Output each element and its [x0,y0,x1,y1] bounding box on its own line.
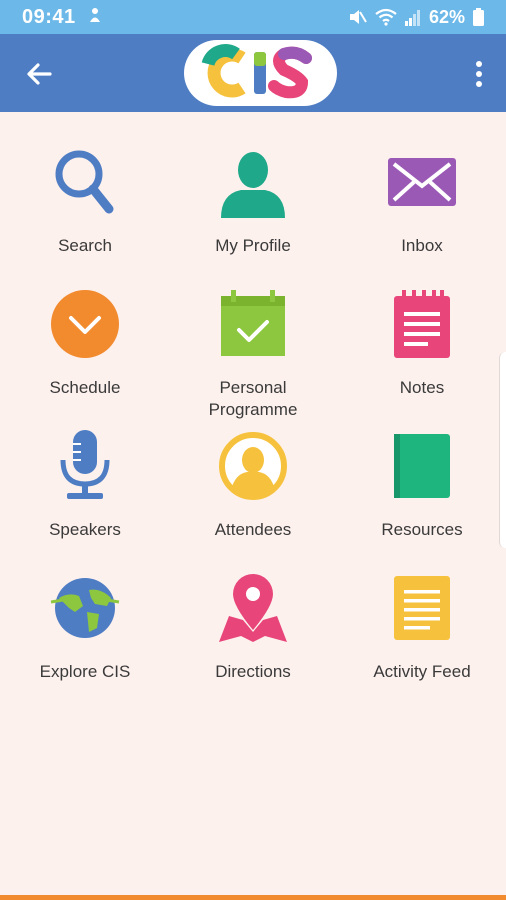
tile-notes[interactable]: Notes [338,254,506,397]
map-pin-icon [219,574,287,642]
book-icon [394,434,450,498]
tile-resources[interactable]: Resources [338,396,506,539]
globe-icon [50,578,120,638]
status-bar: 09:41 62% [0,0,506,34]
arrow-left-icon [27,63,52,85]
tile-label: Activity Feed [373,662,471,681]
tile-search[interactable]: Search [1,112,169,255]
more-vert-icon [476,61,482,87]
clock-icon [51,290,119,358]
app-bar [0,34,506,112]
person-icon [221,152,285,218]
notification-icon [88,7,102,28]
signal-icon [404,8,421,26]
attendee-icon [219,432,287,500]
tile-inbox[interactable]: Inbox [338,112,506,255]
tile-schedule[interactable]: Schedule [1,254,169,397]
back-button[interactable] [22,57,56,91]
bottom-accent-bar [0,895,506,900]
tile-personal-programme[interactable]: Personal Programme [169,254,337,419]
tile-label: Explore CIS [39,662,131,681]
search-icon [55,150,114,214]
envelope-icon [388,158,456,206]
document-icon [394,576,450,640]
status-right: 62% [347,7,484,28]
battery-icon [473,8,484,26]
tile-explore-cis[interactable]: Explore CIS [1,538,169,681]
app-logo [184,40,337,106]
side-drawer-handle[interactable] [499,352,506,548]
tile-speakers[interactable]: Speakers [1,396,169,539]
calendar-check-icon [221,290,285,356]
wifi-icon [375,8,397,26]
mute-icon [347,8,367,26]
tile-label: Directions [215,662,291,681]
notepad-icon [394,290,450,358]
tile-activity-feed[interactable]: Activity Feed [338,538,506,681]
tile-attendees[interactable]: Attendees [169,396,337,539]
tile-my-profile[interactable]: My Profile [169,112,337,255]
battery-text: 62% [428,6,465,27]
overflow-menu-button[interactable] [472,56,486,92]
status-time: 09:41 [22,5,76,28]
microphone-icon [60,430,110,499]
tile-directions[interactable]: Directions [169,538,337,681]
cis-logo-icon [201,44,312,99]
